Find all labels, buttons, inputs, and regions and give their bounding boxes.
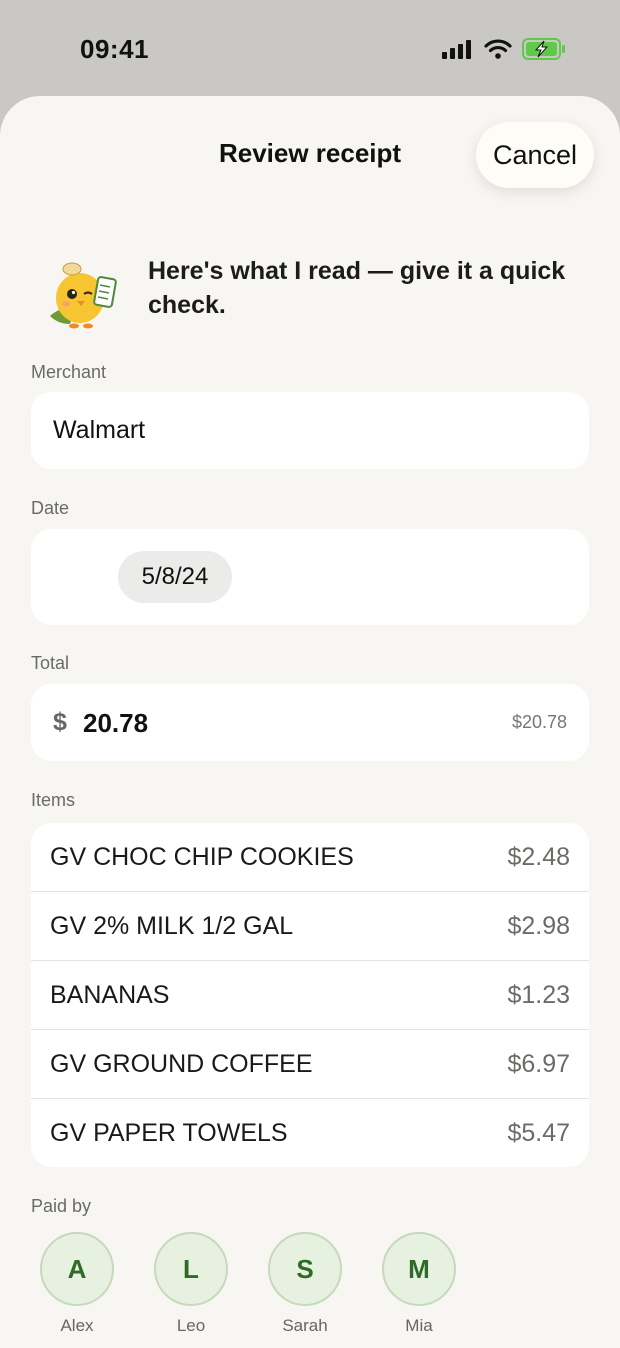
battery-charging-icon (522, 38, 565, 60)
total-input-value: 20.78 (83, 708, 149, 738)
item-price: $2.48 (507, 843, 570, 871)
date-field: 5/8/24 (31, 529, 589, 625)
status-time: 09:41 (80, 34, 149, 64)
total-label: Total (31, 653, 70, 673)
intro-message: Here's what I read — give it a quick che… (148, 257, 566, 319)
payer-name: Sarah (282, 1316, 328, 1335)
item-price: $1.23 (507, 981, 570, 1009)
merchant-value: Walmart (53, 416, 146, 444)
avatar: S (268, 1232, 342, 1306)
cellular-signal-icon (442, 40, 471, 59)
status-icons (442, 38, 566, 60)
payer-mia[interactable]: M Mia (382, 1232, 456, 1336)
list-item[interactable]: GV 2% MILK 1/2 GAL $2.98 (31, 891, 589, 960)
intro-banner: Here's what I read — give it a quick che… (44, 254, 584, 334)
merchant-label: Merchant (31, 362, 107, 382)
item-name: GV GROUND COFFEE (50, 1050, 313, 1078)
list-item[interactable]: GV GROUND COFFEE $6.97 (31, 1029, 589, 1098)
list-item[interactable]: GV PAPER TOWELS $5.47 (31, 1098, 589, 1167)
wifi-icon (484, 39, 512, 59)
item-price: $2.98 (507, 912, 570, 940)
item-name: GV PAPER TOWELS (50, 1119, 288, 1147)
item-price: $5.47 (507, 1119, 570, 1147)
review-sheet: Review receipt Cancel Here's what I read… (0, 96, 620, 1348)
date-label: Date (31, 498, 70, 518)
payer-leo[interactable]: L Leo (154, 1232, 228, 1336)
items-list: GV CHOC CHIP COOKIES $2.48 GV 2% MILK 1/… (31, 823, 589, 1167)
paid-by-selector: A Alex L Leo S Sarah M Mia (40, 1232, 456, 1336)
payer-alex[interactable]: A Alex (40, 1232, 114, 1336)
total-formatted: $20.78 (511, 712, 567, 732)
item-name: GV 2% MILK 1/2 GAL (50, 912, 294, 940)
status-bar: 09:41 (0, 0, 620, 96)
item-price: $6.97 (507, 1050, 570, 1078)
item-name: GV CHOC CHIP COOKIES (50, 843, 354, 871)
list-item[interactable]: BANANAS $1.23 (31, 960, 589, 1029)
total-field[interactable]: $ 20.78 $20.78 (31, 684, 589, 761)
payer-sarah[interactable]: S Sarah (268, 1232, 342, 1336)
cancel-button[interactable]: Cancel (476, 122, 594, 188)
paid-by-label: Paid by (31, 1196, 92, 1216)
currency-symbol: $ (53, 708, 67, 736)
avatar: A (40, 1232, 114, 1306)
items-label: Items (31, 790, 76, 810)
chick-mascot-icon (50, 262, 117, 329)
list-item[interactable]: GV CHOC CHIP COOKIES $2.48 (31, 823, 589, 891)
item-name: BANANAS (50, 981, 170, 1009)
payer-name: Leo (176, 1316, 206, 1335)
payer-name: Alex (60, 1316, 94, 1335)
merchant-field[interactable]: Walmart (31, 392, 589, 469)
avatar: M (382, 1232, 456, 1306)
date-picker[interactable]: 5/8/24 (118, 551, 232, 603)
avatar: L (154, 1232, 228, 1306)
payer-name: Mia (405, 1316, 433, 1335)
